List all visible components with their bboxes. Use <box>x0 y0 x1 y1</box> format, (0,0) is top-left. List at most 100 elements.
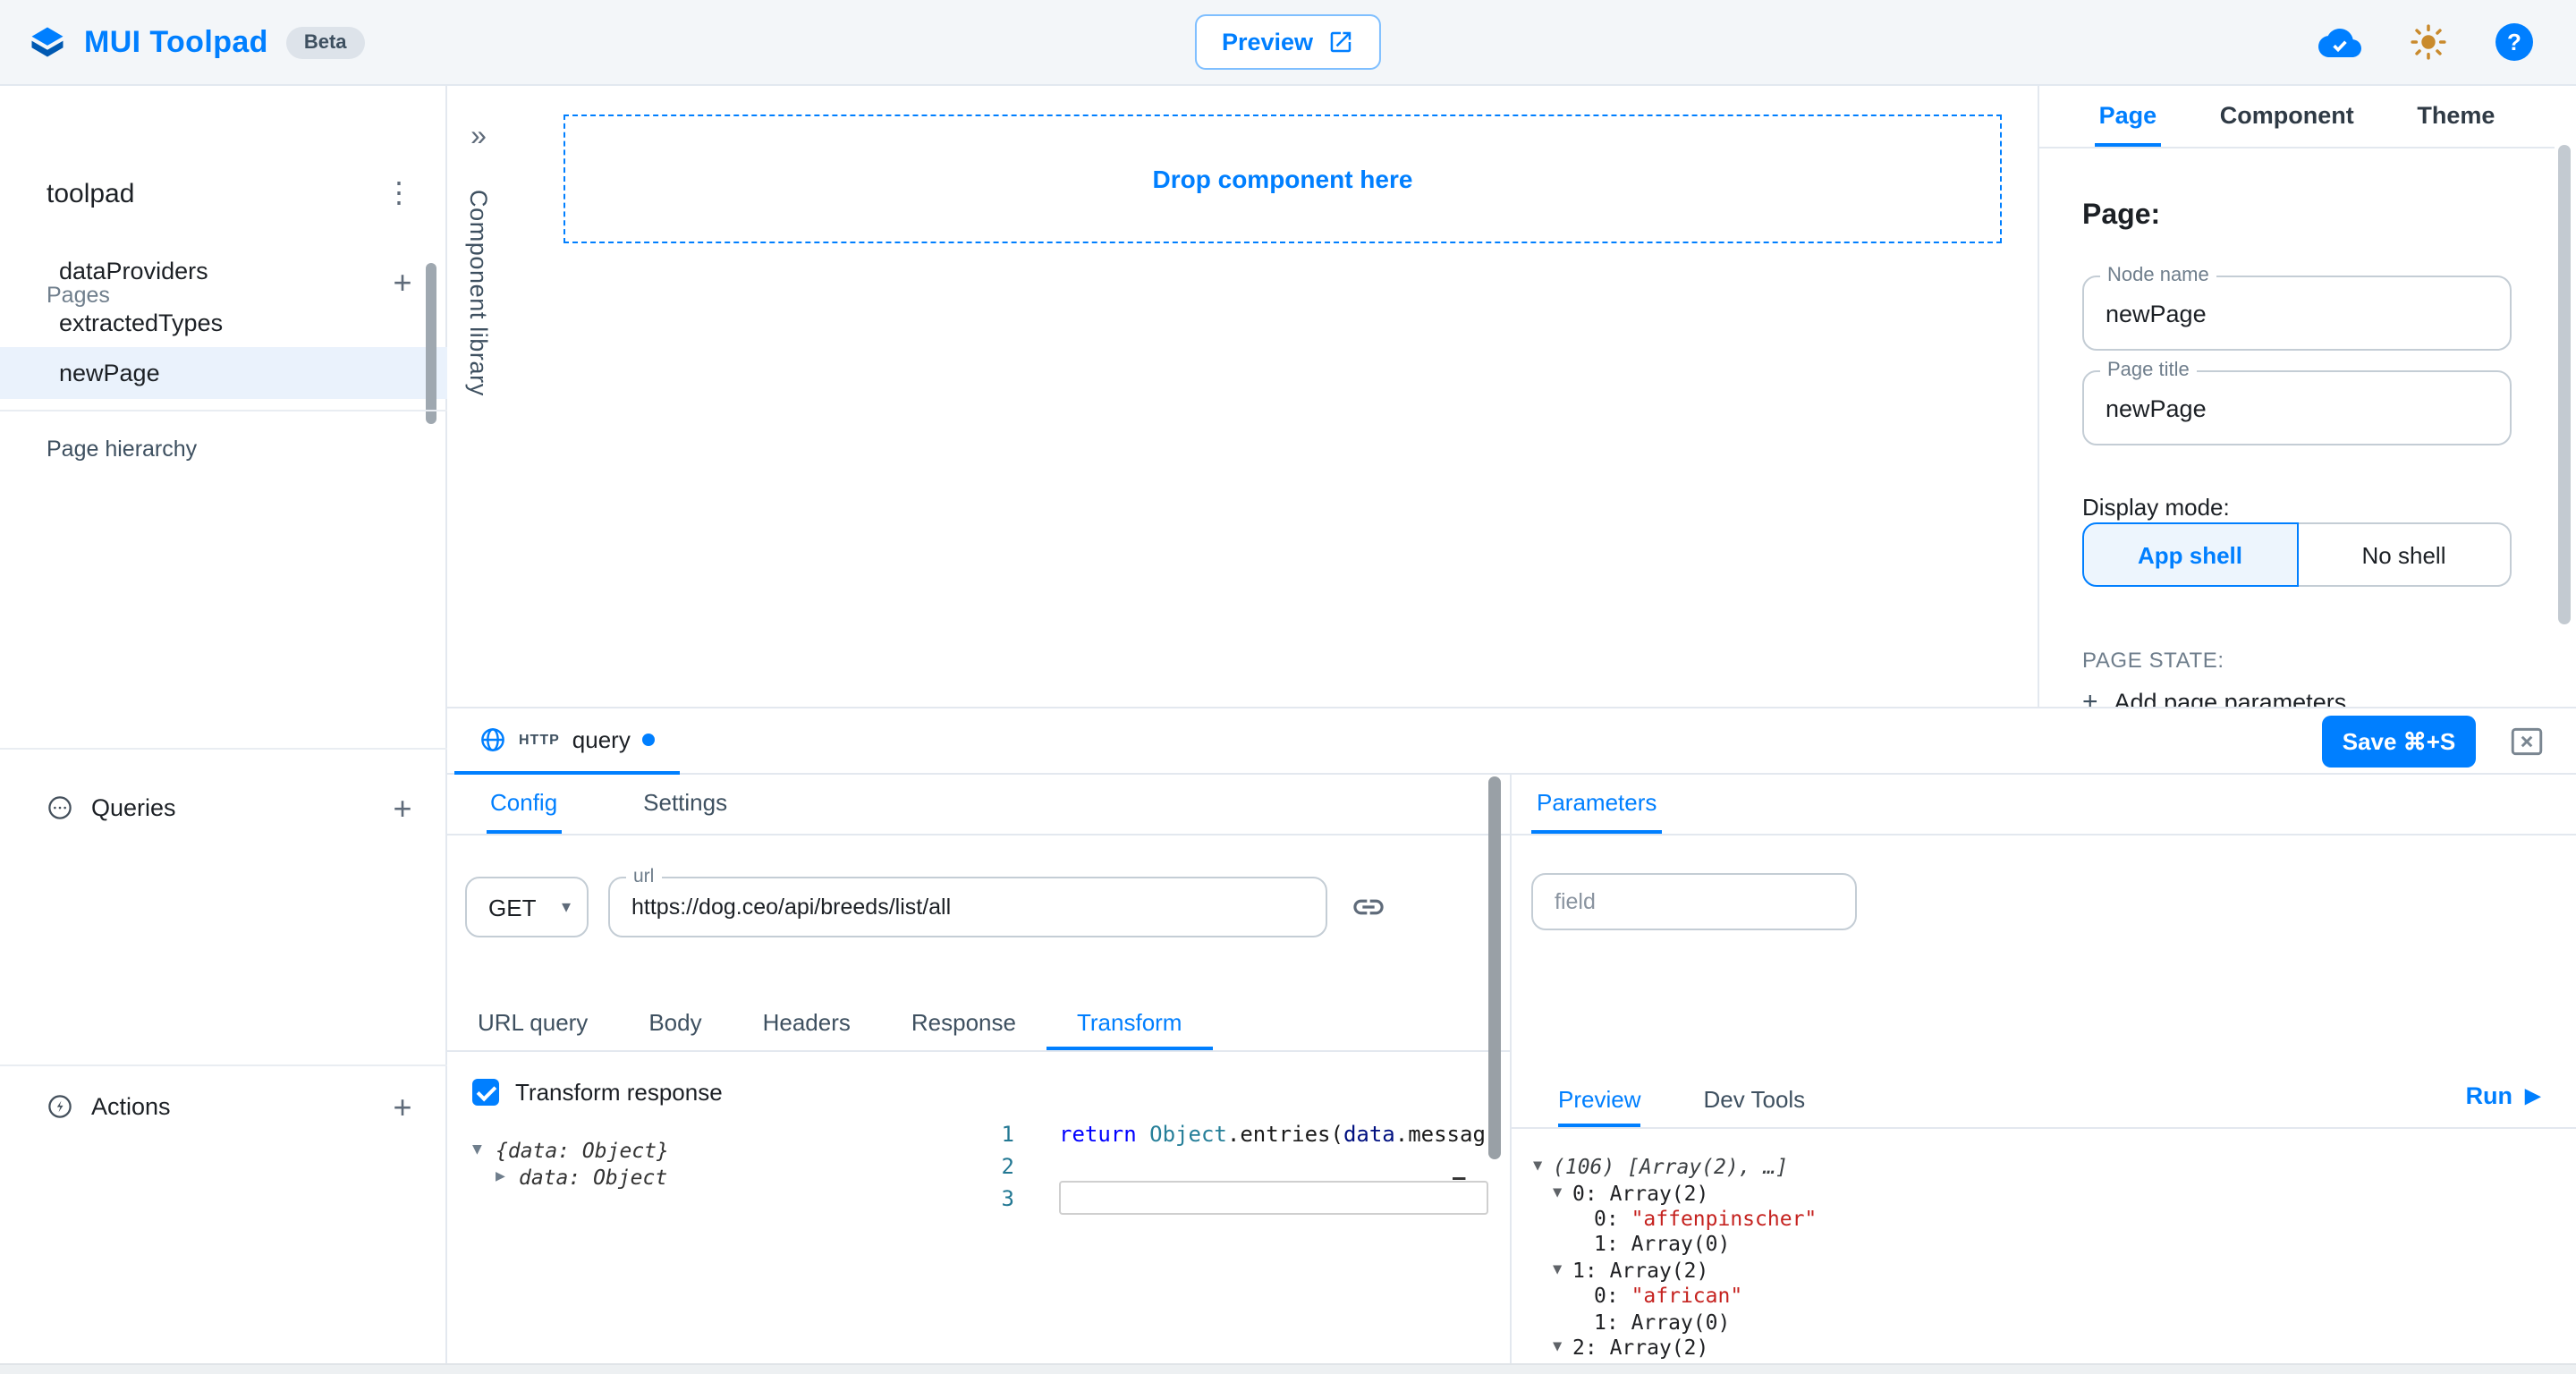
tab-response[interactable]: Response <box>881 998 1046 1050</box>
bottom-scrollbar-track[interactable] <box>0 1363 2576 1374</box>
config-settings-tabs: Config Settings <box>447 775 1510 835</box>
drop-zone-label: Drop component here <box>1153 165 1413 193</box>
json-string-value: "affenpinscher" <box>1631 1206 1818 1231</box>
code-token: .entries( <box>1227 1122 1343 1147</box>
sidebar-item-newpage-selected[interactable]: newPage <box>0 347 447 399</box>
json-row[interactable]: ▼0: Array(2) <box>1512 1180 2576 1206</box>
theme-toggle-button[interactable] <box>2410 23 2447 61</box>
add-page-parameters-label: Add page parameters <box>2114 689 2347 707</box>
play-icon: ▶ <box>2525 1084 2540 1107</box>
url-label: url <box>626 866 661 887</box>
run-button[interactable]: Run ▶ <box>2466 1082 2540 1109</box>
line-number: 3 <box>950 1184 1029 1215</box>
open-in-new-icon <box>1327 29 1354 55</box>
line-number: 1 <box>950 1120 1029 1150</box>
inspector-scrollbar-thumb[interactable] <box>2558 145 2571 624</box>
editor-scrollbar-thumb[interactable] <box>1488 776 1501 1159</box>
sidebar-item-dataproviders[interactable]: dataProviders <box>0 245 447 297</box>
tab-settings[interactable]: Settings <box>640 775 731 834</box>
tree-child-row[interactable]: ▶ data: Object <box>472 1164 669 1192</box>
json-value: Array(0) <box>1631 1309 1731 1334</box>
display-mode-toggle-group: App shell No shell <box>2082 522 2512 587</box>
code-token: return <box>1059 1122 1149 1147</box>
tree-root-row[interactable]: ▼ {data: Object} <box>472 1136 669 1164</box>
json-value: Array(2) <box>1610 1180 1709 1205</box>
tree-expanded-arrow-icon[interactable]: ▼ <box>472 1141 496 1159</box>
tab-theme[interactable]: Theme <box>2413 86 2498 147</box>
preview-button[interactable]: Preview <box>1195 14 1381 70</box>
inspector-panel: Page Component Theme Page: Node name Pag… <box>2038 86 2576 707</box>
json-key: 0: <box>1572 1180 1610 1205</box>
tab-preview[interactable]: Preview <box>1558 1075 1641 1127</box>
project-menu-kebab-icon[interactable]: ⋮ <box>385 175 413 211</box>
query-tab[interactable]: HTTP query <box>454 708 681 775</box>
deploy-cloud-button[interactable] <box>2318 21 2361 64</box>
project-name: toolpad <box>47 179 134 209</box>
link-icon-glyph <box>1351 889 1386 925</box>
expand-arrow-icon[interactable]: ▼ <box>1553 1183 1572 1201</box>
json-string-value: "african" <box>1631 1283 1743 1308</box>
tree-collapsed-arrow-icon[interactable]: ▶ <box>496 1169 519 1187</box>
tab-transform[interactable]: Transform <box>1046 998 1213 1050</box>
page-title-input[interactable] <box>2084 372 2510 444</box>
tab-parameters[interactable]: Parameters <box>1531 775 1662 834</box>
sidebar-scrollbar-thumb[interactable] <box>426 263 436 424</box>
link-icon[interactable] <box>1351 889 1386 925</box>
preview-output-tree: ▼(106) [Array(2), …] ▼0: Array(2) 0: "af… <box>1512 1154 2576 1374</box>
transform-response-checkbox-row[interactable]: Transform response <box>472 1079 723 1106</box>
json-row[interactable]: ▼1: Array(2) <box>1512 1257 2576 1283</box>
expand-chevron-icon[interactable]: » <box>470 122 487 154</box>
tab-page[interactable]: Page <box>2096 86 2161 147</box>
tab-url-query[interactable]: URL query <box>447 998 618 1050</box>
queries-label: Queries <box>91 794 176 821</box>
sidebar-section-queries[interactable]: Queries <box>47 794 176 821</box>
page-title-field: Page title <box>2082 370 2512 445</box>
tab-component[interactable]: Component <box>2216 86 2358 147</box>
code-token: Object <box>1149 1122 1227 1147</box>
actions-icon <box>47 1093 73 1120</box>
tab-dev-tools[interactable]: Dev Tools <box>1704 1075 1806 1127</box>
close-panel-icon <box>2508 723 2546 760</box>
json-row-root[interactable]: ▼(106) [Array(2), …] <box>1512 1154 2576 1180</box>
close-panel-button[interactable] <box>2508 723 2546 760</box>
tree-root-label: {data: Object} <box>496 1138 669 1163</box>
checkbox-checked-icon[interactable] <box>472 1079 499 1106</box>
http-method-select[interactable]: GET ▾ <box>465 877 589 937</box>
component-library-panel[interactable]: » Component library <box>447 86 510 707</box>
add-query-button[interactable]: + <box>385 791 420 827</box>
header-actions: ? <box>2318 21 2547 64</box>
add-action-button[interactable]: + <box>385 1090 420 1125</box>
sidebar-item-extractedtypes[interactable]: extractedTypes <box>0 297 447 349</box>
json-key: 1: <box>1594 1309 1631 1334</box>
tree-child-label: data: Object <box>519 1166 667 1191</box>
query-name-label: query <box>572 726 631 753</box>
display-mode-no-shell[interactable]: No shell <box>2298 522 2512 587</box>
node-name-input[interactable] <box>2084 277 2510 349</box>
json-value: Array(2) <box>1610 1258 1709 1283</box>
tab-body[interactable]: Body <box>618 998 732 1050</box>
sidebar-section-actions[interactable]: Actions <box>47 1093 171 1120</box>
expand-arrow-icon[interactable]: ▼ <box>1553 1261 1572 1279</box>
sidebar-divider <box>0 410 447 411</box>
expand-arrow-icon[interactable]: ▼ <box>1553 1338 1572 1356</box>
http-datasource-icon <box>479 726 506 753</box>
queries-icon <box>47 794 73 821</box>
tab-headers[interactable]: Headers <box>733 998 881 1050</box>
display-mode-app-shell[interactable]: App shell <box>2082 522 2298 587</box>
parameter-field-input[interactable] <box>1531 873 1857 930</box>
save-button[interactable]: Save ⌘+S <box>2322 716 2476 768</box>
tab-config[interactable]: Config <box>487 775 561 834</box>
json-row: 0: "affenpinscher" <box>1512 1206 2576 1232</box>
page-canvas: Drop component here <box>510 86 2038 707</box>
drop-component-zone[interactable]: Drop component here <box>564 114 2002 243</box>
help-button[interactable]: ? <box>2496 23 2533 61</box>
url-input[interactable] <box>610 878 1326 936</box>
cloud-done-icon <box>2318 21 2361 64</box>
unsaved-changes-dot <box>643 734 656 746</box>
app-root: MUI Toolpad Beta Preview <box>0 0 2576 1374</box>
chevron-down-icon: ▾ <box>562 897 571 917</box>
page-hierarchy-label: Page hierarchy <box>47 437 197 462</box>
add-page-parameters-button[interactable]: + Add page parameters <box>2082 687 2346 707</box>
json-row[interactable]: ▼2: Array(2) <box>1512 1334 2576 1360</box>
expand-arrow-icon[interactable]: ▼ <box>1533 1158 1553 1175</box>
